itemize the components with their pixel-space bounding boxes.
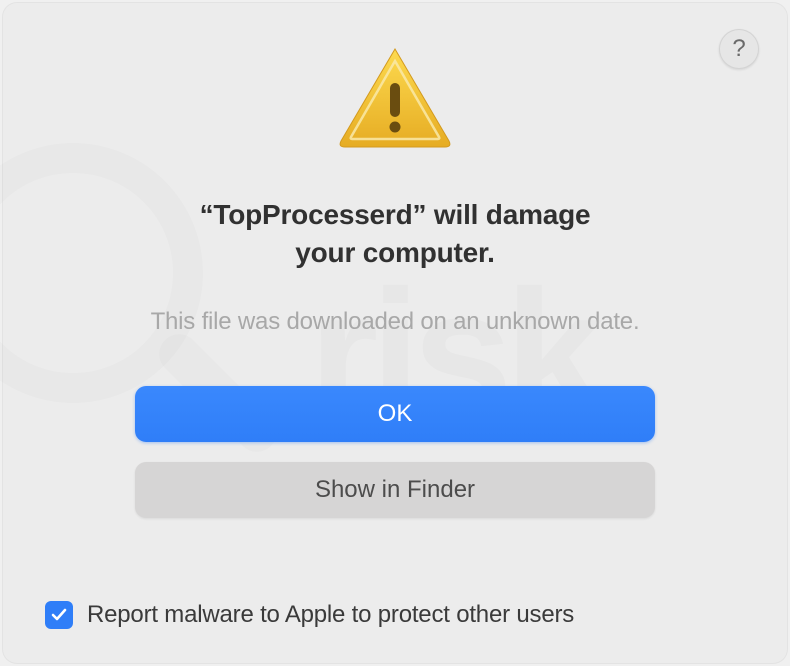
dialog-content: “TopProcesserd” will damage your compute…: [33, 33, 757, 518]
show-in-finder-button[interactable]: Show in Finder: [135, 462, 655, 518]
title-line-2: your computer.: [295, 237, 494, 268]
show-in-finder-label: Show in Finder: [315, 476, 475, 504]
dialog-title: “TopProcesserd” will damage your compute…: [200, 196, 591, 272]
report-malware-row: Report malware to Apple to protect other…: [45, 601, 574, 629]
button-group: OK Show in Finder: [135, 386, 655, 518]
title-line-1: “TopProcesserd” will damage: [200, 199, 591, 230]
ok-button[interactable]: OK: [135, 386, 655, 442]
malware-warning-dialog: risk ? “TopProcesserd” will damage: [3, 3, 787, 663]
report-malware-label: Report malware to Apple to protect other…: [87, 601, 574, 629]
dialog-subtitle: This file was downloaded on an unknown d…: [151, 308, 640, 336]
warning-icon: [335, 43, 455, 156]
checkmark-icon: [50, 606, 68, 624]
report-malware-checkbox[interactable]: [45, 601, 73, 629]
ok-button-label: OK: [378, 400, 413, 428]
